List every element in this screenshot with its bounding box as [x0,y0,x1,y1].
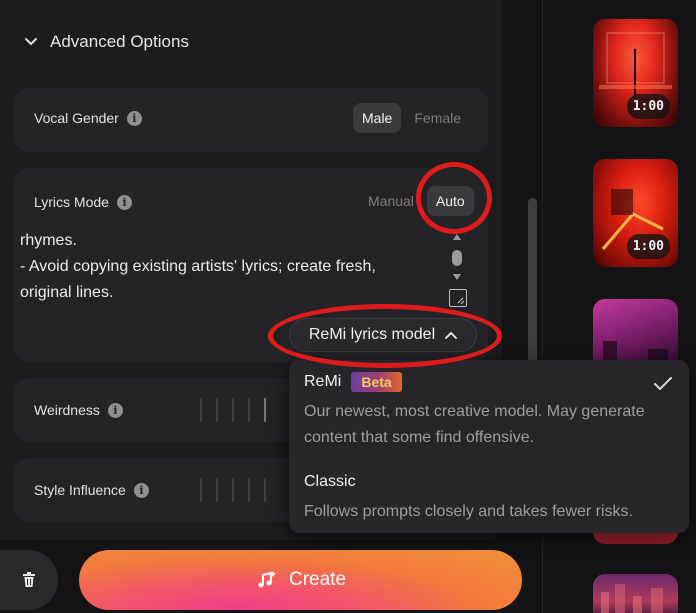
lyrics-model-select-button[interactable]: ReMi lyrics model [289,318,477,352]
vocal-gender-label: Vocal Gender [34,110,119,126]
lyrics-textarea[interactable]: rhymes. - Avoid copying existing artists… [20,228,440,306]
lyrics-line: original lines. [20,284,114,301]
lyrics-scrollbar-thumb[interactable] [452,250,462,266]
song-thumbnail[interactable]: 1:00 [593,19,678,127]
description-line: content that some find offensive. [304,429,535,446]
vocal-gender-toggle: Male Female [353,103,470,133]
style-influence-label: Style Influence [34,482,126,498]
info-icon[interactable]: i [126,110,142,126]
duration-badge: 1:00 [626,234,670,259]
style-influence-label-row: Style Influence i [34,482,149,498]
description-line: Our newest, most creative model. May gen… [304,403,645,420]
lyrics-line: rhymes. [20,232,77,249]
song-thumbnail[interactable] [593,574,678,613]
create-button-label: Create [288,569,347,590]
lyrics-mode-auto-button[interactable]: Auto [426,186,474,216]
resize-grip-icon [457,297,465,305]
model-option-title: Classic [304,473,356,491]
info-icon[interactable]: i [133,482,149,498]
model-option-description: Our newest, most creative model. May gen… [304,399,645,451]
slider-tick [248,478,250,502]
lyrics-mode-label-row: Lyrics Mode i [34,194,132,210]
advanced-options-toggle[interactable]: Advanced Options [24,32,189,52]
model-option-title: ReMi Beta [304,372,402,392]
song-thumbnail[interactable]: 1:00 [593,159,678,267]
slider-tick [248,398,250,422]
info-icon[interactable]: i [107,402,123,418]
weirdness-slider[interactable] [200,398,266,422]
delete-button[interactable] [0,550,58,610]
beta-badge: Beta [351,372,402,392]
info-icon[interactable]: i [116,194,132,210]
model-option-name: Classic [304,473,356,490]
scroll-up-arrow-icon[interactable] [452,232,462,242]
slider-tick [200,398,202,422]
advanced-options-title: Advanced Options [50,32,189,51]
music-sparkle-icon [258,571,276,588]
style-influence-slider[interactable] [200,478,266,502]
slider-tick [264,398,266,422]
song-thumbnail[interactable] [593,299,678,369]
slider-tick [232,478,234,502]
trash-icon [23,572,35,587]
model-option-name: ReMi [304,373,342,390]
vocal-gender-female-button[interactable]: Female [405,103,470,133]
slider-tick [232,398,234,422]
lyrics-mode-label: Lyrics Mode [34,194,109,210]
weirdness-label: Weirdness [34,402,100,418]
lyrics-model-label: ReMi lyrics model [308,326,436,343]
vocal-gender-card: Vocal Gender i Male Female [14,88,488,152]
lyrics-mode-manual-button[interactable]: Manual [359,186,423,216]
lyrics-mode-toggle: Manual Auto [359,186,474,216]
description-line: Follows prompts closely and takes fewer … [304,503,633,520]
vocal-gender-label-row: Vocal Gender i [34,110,142,126]
model-option-description: Follows prompts closely and takes fewer … [304,499,633,525]
chevron-up-icon [445,331,458,339]
lyrics-model-menu: ReMi Beta Our newest, most creative mode… [289,360,689,533]
panel-scrollbar[interactable] [528,198,537,368]
chevron-down-icon [25,38,37,46]
scroll-down-arrow-icon[interactable] [452,272,462,282]
thumbnail-art [603,341,668,361]
weirdness-label-row: Weirdness i [34,402,123,418]
duration-badge: 1:00 [626,94,670,119]
create-button[interactable]: Create [79,550,522,610]
checkmark-icon [654,377,672,390]
slider-tick [264,478,266,502]
lyrics-line: - Avoid copying existing artists' lyrics… [20,258,376,275]
textarea-resize-handle[interactable] [449,289,467,307]
slider-tick [216,478,218,502]
slider-tick [200,478,202,502]
slider-tick [216,398,218,422]
vocal-gender-male-button[interactable]: Male [353,103,402,133]
thumbnail-art [601,584,663,613]
